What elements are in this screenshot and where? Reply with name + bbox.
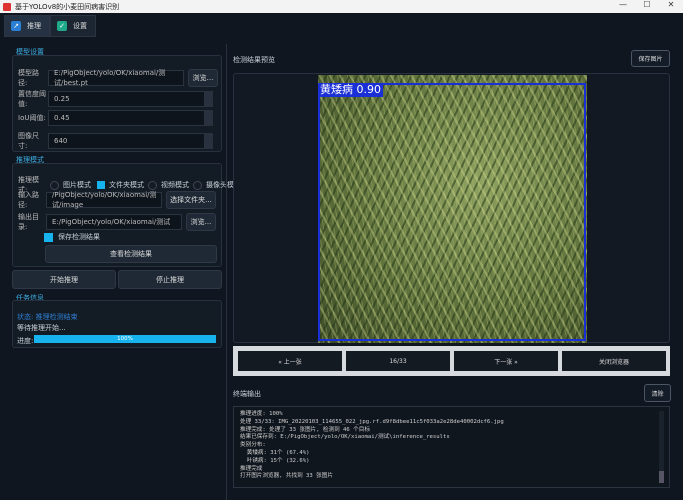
terminal-line: 打开图片浏览器, 共找到 33 张图片 <box>240 473 333 480</box>
iou-input[interactable]: 0.45 <box>48 110 205 126</box>
iou-label: IoU阈值: <box>18 114 46 122</box>
app-icon <box>3 2 11 11</box>
save-results-label: 保存检测结果 <box>58 233 100 241</box>
minimize-button[interactable]: — <box>611 0 635 9</box>
image-counter: 16/33 <box>346 351 450 371</box>
choose-folder-button[interactable]: 选择文件夹... <box>166 191 216 209</box>
close-button[interactable]: ✕ <box>659 0 683 9</box>
tab-settings[interactable]: ✓ 设置 <box>50 15 96 37</box>
terminal-line: 类别分布: <box>240 442 266 449</box>
terminal-line: 叶锈病: 15个 (32.6%) <box>240 457 310 464</box>
radio-folder[interactable] <box>97 181 105 189</box>
splitter[interactable] <box>226 44 227 500</box>
conf-label: 置信度阈值: <box>18 90 46 108</box>
terminal-line: 结果已保存到: E:/PigObject/yolo/OK/xiaomai/测试\… <box>240 434 450 441</box>
output-dir-input[interactable]: E:/PigObject/yolo/OK/xiaomai/测试 <box>46 214 182 230</box>
check-icon: ✓ <box>57 21 67 31</box>
conf-spinner[interactable] <box>205 91 213 107</box>
size-input[interactable]: 640 <box>48 133 205 149</box>
radio-label: 文件夹模式 <box>109 181 144 189</box>
detection-label: 黄矮病 0.90 <box>318 83 383 97</box>
model-browse-button[interactable]: 浏览... <box>188 69 218 87</box>
size-label: 图像尺寸: <box>18 132 39 150</box>
input-path-label: 输入路径: <box>18 191 39 209</box>
tab-inference[interactable]: ↗ 推理 <box>4 15 50 37</box>
output-browse-button[interactable]: 浏览... <box>186 213 216 231</box>
save-results-checkbox[interactable] <box>44 232 53 242</box>
status-text: 状态: 推理检测结束 <box>17 313 78 321</box>
waiting-text: 等待推理开始... <box>17 324 66 332</box>
output-dir-label: 输出目录: <box>18 213 39 231</box>
terminal-line: 黄矮病: 31个 (67.4%) <box>240 449 310 456</box>
radio-label: 视频模式 <box>161 181 189 189</box>
input-path-input[interactable]: /PigObject/yolo/OK/xiaomai/测试/image <box>46 191 162 209</box>
radio-label: 图片模式 <box>63 181 91 189</box>
view-results-button[interactable]: 查看检测结果 <box>45 245 217 263</box>
progress-fill: 100% <box>34 335 216 343</box>
radio-video[interactable] <box>148 180 157 190</box>
title-bar: 基于YOLOv8的小麦田间病害识别 — ☐ ✕ <box>0 0 683 13</box>
terminal-scrollbar[interactable] <box>659 411 664 483</box>
next-button[interactable]: 下一张 » <box>454 351 558 371</box>
terminal-line: 推理进度: 100% <box>240 411 283 417</box>
conf-input[interactable]: 0.25 <box>48 91 205 107</box>
maximize-button[interactable]: ☐ <box>635 0 659 9</box>
progress-label: 进度: <box>17 337 34 345</box>
tab-label: 推理 <box>27 22 41 30</box>
radio-image[interactable] <box>50 180 59 190</box>
stop-inference-button[interactable]: 停止推理 <box>118 270 222 289</box>
model-path-input[interactable]: E:/PigObject/yolo/OK/xiaomai/测试/best.pt <box>48 69 184 87</box>
progress-bar: 100% <box>34 335 216 343</box>
tab-label: 设置 <box>73 22 87 30</box>
clear-button[interactable]: 清除 <box>644 384 671 402</box>
iou-spinner[interactable] <box>205 110 213 126</box>
scrollbar-thumb[interactable] <box>659 471 664 483</box>
size-spinner[interactable] <box>205 133 213 149</box>
chart-icon: ↗ <box>11 21 21 31</box>
preview-title: 检测结果预览 <box>233 56 275 64</box>
terminal-output: 推理进度: 100% 处理 33/33: IMG_20220103_114655_… <box>233 406 670 488</box>
close-browser-button[interactable]: 关闭浏览器 <box>562 351 666 371</box>
model-path-label: 模型路径: <box>18 69 39 87</box>
terminal-title: 终端输出 <box>233 390 261 398</box>
detection-box <box>318 83 586 341</box>
save-image-button[interactable]: 保存图片 <box>631 50 670 67</box>
prev-button[interactable]: « 上一张 <box>238 351 342 371</box>
window-title: 基于YOLOv8的小麦田间病害识别 <box>15 2 120 11</box>
radio-camera[interactable] <box>193 180 202 190</box>
progress-text: 100% <box>117 336 133 342</box>
detection-image: 黄矮病 0.90 <box>318 75 587 343</box>
terminal-line: 处理 33/33: IMG_20220103_114655_022_jpg.rf… <box>240 418 504 425</box>
start-inference-button[interactable]: 开始推理 <box>12 270 116 289</box>
